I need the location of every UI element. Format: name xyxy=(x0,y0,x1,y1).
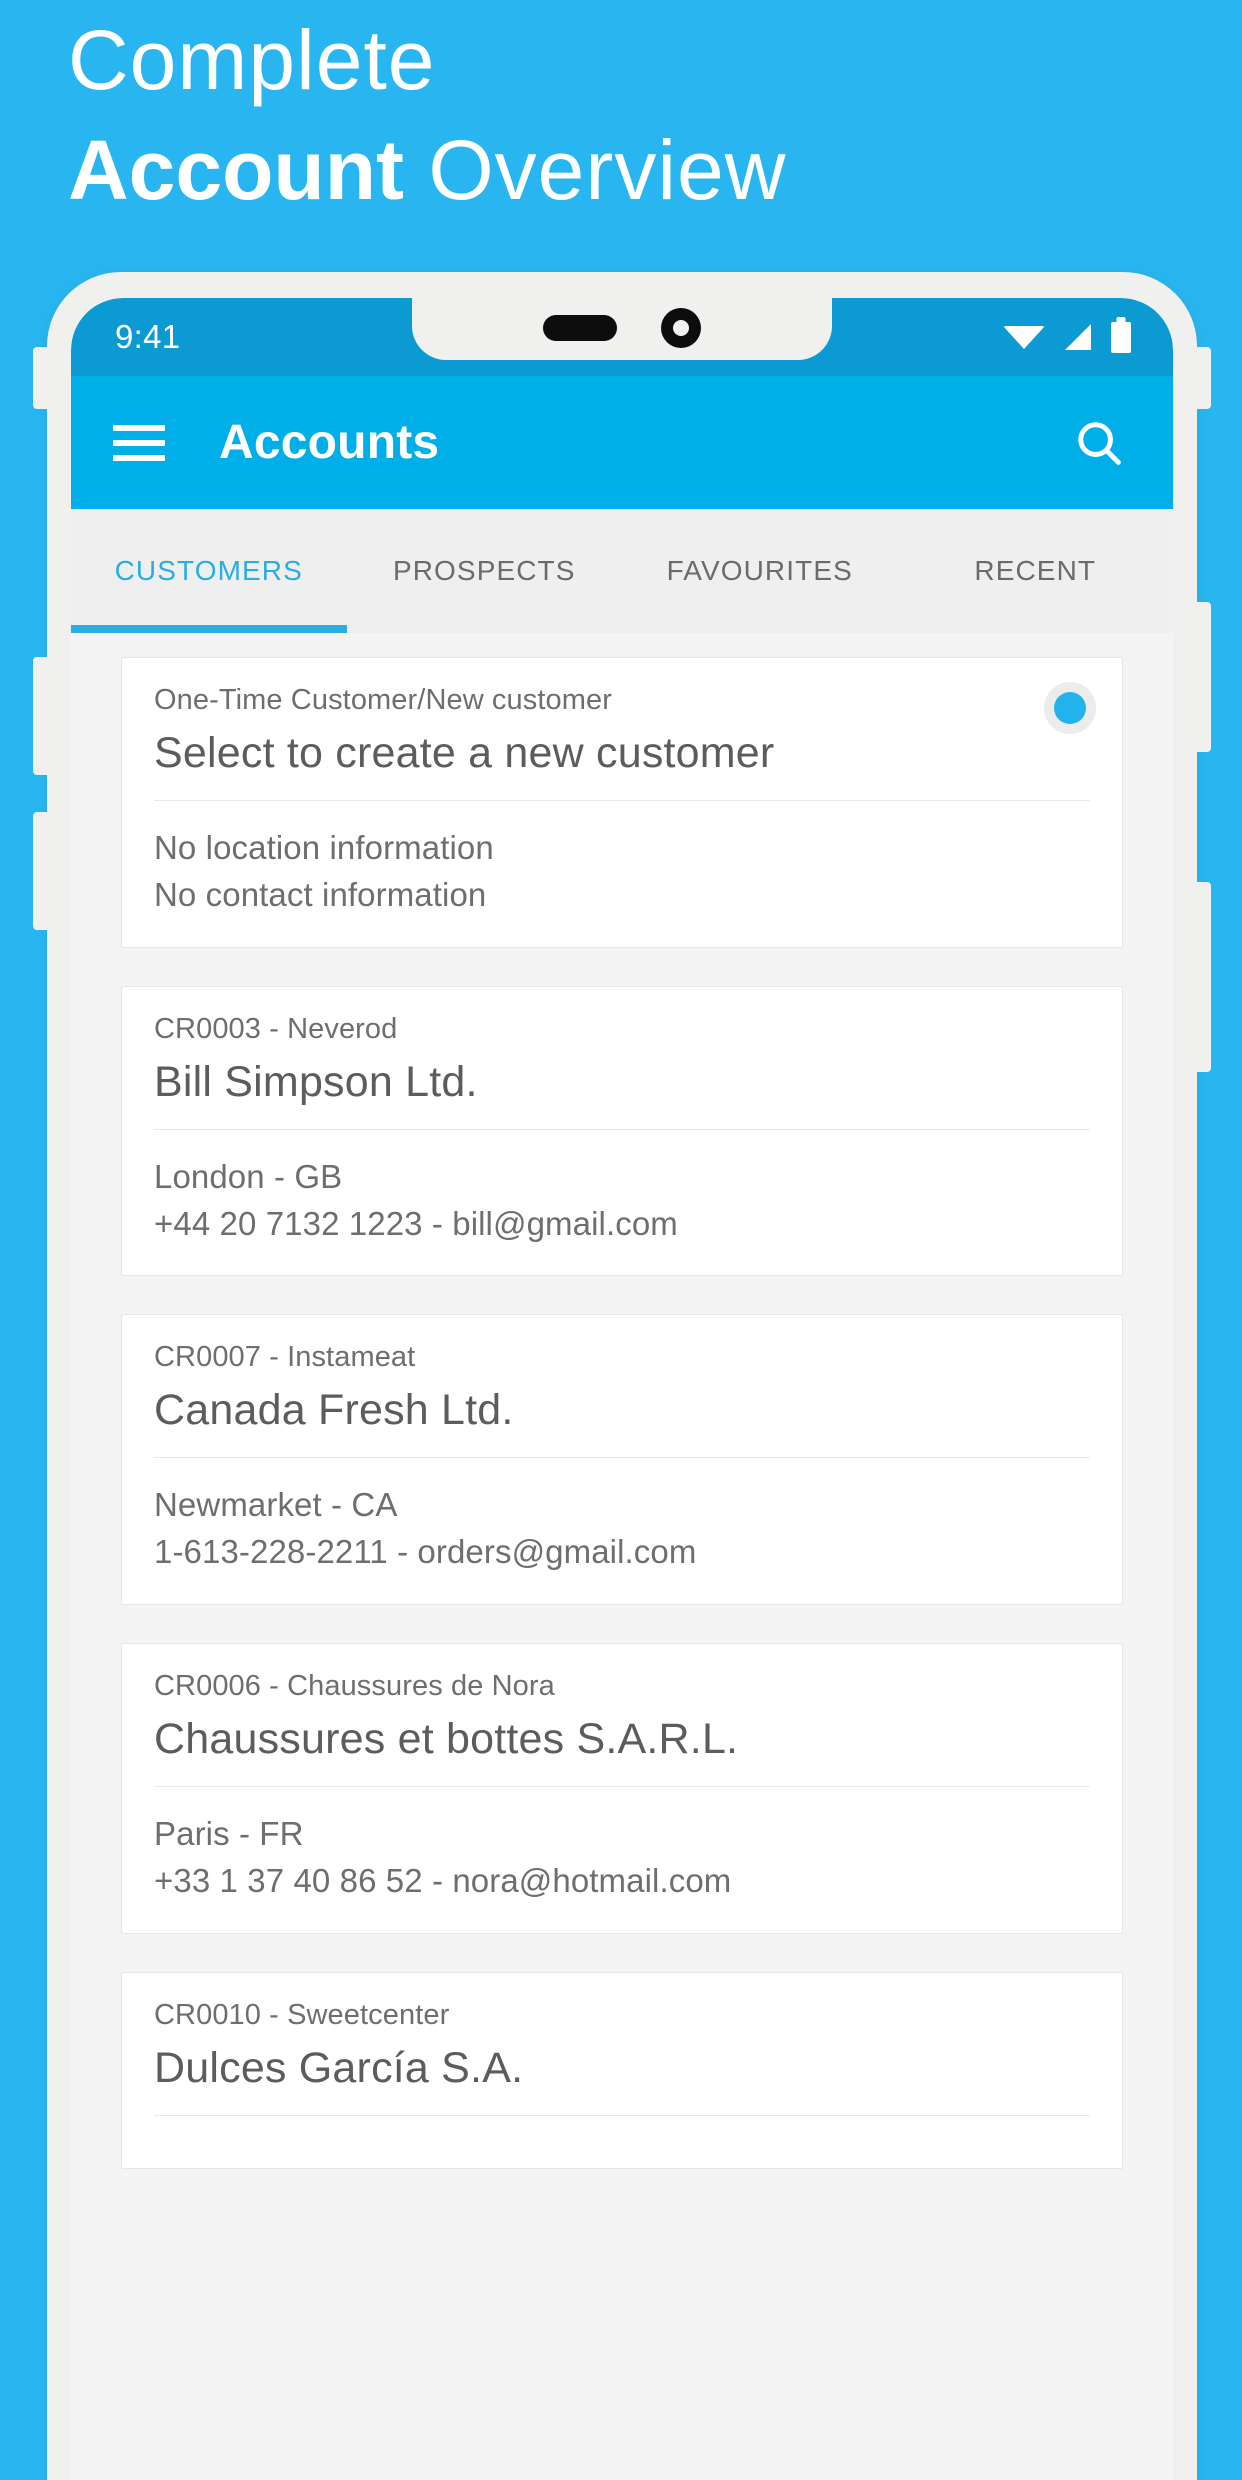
speaker-icon xyxy=(543,315,617,341)
account-card-header: CR0006 - Chaussures de Nora Chaussures e… xyxy=(122,1644,1122,1786)
account-code-name: One-Time Customer/New customer xyxy=(154,684,612,716)
account-name: Canada Fresh Ltd. xyxy=(154,1386,514,1435)
volume-up-button[interactable] xyxy=(33,657,51,775)
account-card-details: London - GB +44 20 7132 1223 - bill@gmai… xyxy=(122,1130,1122,1276)
status-bar-icons xyxy=(1003,321,1131,353)
account-name: Select to create a new customer xyxy=(154,729,775,777)
phone-notch xyxy=(412,298,832,360)
account-contact: 1-613-228-2211 - orders@gmail.com xyxy=(154,1533,697,1571)
account-card-details: No location information No contact infor… xyxy=(122,801,1122,947)
app-bar: Accounts xyxy=(71,376,1173,509)
headline-emphasis: Account xyxy=(68,122,404,217)
headline-line-2: Account Overview xyxy=(68,127,1168,214)
tab-prospects[interactable]: PROSPECTS xyxy=(347,555,623,587)
account-contact: +33 1 37 40 86 52 - nora@hotmail.com xyxy=(154,1862,732,1900)
tab-favourites[interactable]: FAVOURITES xyxy=(622,555,898,587)
account-location: London - GB xyxy=(154,1157,343,1195)
wifi-icon xyxy=(1003,325,1045,349)
account-card-details: Newmarket - CA 1-613-228-2211 - orders@g… xyxy=(122,1458,1122,1604)
tab-customers[interactable]: CUSTOMERS xyxy=(71,555,347,587)
account-location: No location information xyxy=(154,829,494,866)
phone-side-button-lower[interactable] xyxy=(1193,882,1211,1072)
account-card-header: CR0003 - Neverod Bill Simpson Ltd. xyxy=(122,987,1122,1129)
account-card-details: Paris - FR +33 1 37 40 86 52 - nora@hotm… xyxy=(122,1787,1122,1933)
power-button[interactable] xyxy=(1193,602,1211,752)
account-code-name: CR0010 - Sweetcenter xyxy=(154,1998,450,2031)
headline-line-1: Complete xyxy=(68,13,436,107)
silent-switch-button[interactable] xyxy=(33,347,51,409)
promo-headline: Complete Account Overview xyxy=(68,13,1168,214)
phone-side-accent-top xyxy=(1193,347,1211,409)
hamburger-menu-icon[interactable] xyxy=(113,424,165,461)
account-card[interactable]: One-Time Customer/New customer Select to… xyxy=(121,657,1123,948)
page-title: Accounts xyxy=(219,416,440,469)
account-card[interactable]: CR0003 - Neverod Bill Simpson Ltd. Londo… xyxy=(121,985,1123,1277)
account-location: Newmarket - CA xyxy=(154,1486,398,1524)
account-contact: No contact information xyxy=(154,875,487,913)
account-card[interactable]: CR0006 - Chaussures de Nora Chaussures e… xyxy=(121,1643,1123,1934)
account-contact: +44 20 7132 1223 - bill@gmail.com xyxy=(154,1204,678,1242)
search-icon[interactable] xyxy=(1067,411,1131,475)
selected-dot-icon xyxy=(1054,692,1086,724)
battery-icon xyxy=(1111,321,1131,353)
account-name: Bill Simpson Ltd. xyxy=(154,1057,478,1106)
account-card-header: CR0010 - Sweetcenter Dulces García S.A. xyxy=(122,1973,1122,2115)
tab-recent[interactable]: RECENT xyxy=(898,555,1174,587)
headline-line-2-rest: Overview xyxy=(404,122,787,217)
volume-down-button[interactable] xyxy=(33,812,51,930)
account-location: Paris - FR xyxy=(154,1815,304,1853)
account-name: Dulces García S.A. xyxy=(154,2043,524,2092)
status-bar-clock: 9:41 xyxy=(115,318,181,355)
account-card-header: CR0007 - Instameat Canada Fresh Ltd. xyxy=(122,1315,1122,1457)
promo-page: Complete Account Overview 9:41 Accounts … xyxy=(0,0,1242,2480)
account-name: Chaussures et bottes S.A.R.L. xyxy=(154,1715,739,1764)
account-card-header: One-Time Customer/New customer Select to… xyxy=(122,658,1122,800)
account-card-details xyxy=(122,2116,1122,2168)
front-camera-icon xyxy=(661,308,701,348)
account-code-name: CR0003 - Neverod xyxy=(154,1012,398,1045)
selection-indicator[interactable] xyxy=(1044,682,1096,734)
signal-icon xyxy=(1065,324,1091,350)
phone-screen: 9:41 Accounts CUSTOMERS PROSPECTS FAVOUR… xyxy=(71,298,1173,2480)
tab-bar: CUSTOMERS PROSPECTS FAVOURITES RECENT xyxy=(71,509,1173,633)
phone-mockup: 9:41 Accounts CUSTOMERS PROSPECTS FAVOUR… xyxy=(33,272,1211,2480)
account-code-name: CR0007 - Instameat xyxy=(154,1341,416,1374)
account-card[interactable]: CR0010 - Sweetcenter Dulces García S.A. xyxy=(121,1971,1123,2169)
account-card[interactable]: CR0007 - Instameat Canada Fresh Ltd. New… xyxy=(121,1314,1123,1606)
account-list[interactable]: One-Time Customer/New customer Select to… xyxy=(71,633,1173,2480)
status-bar: 9:41 xyxy=(71,298,1173,376)
account-code-name: CR0006 - Chaussures de Nora xyxy=(154,1670,555,1703)
tab-active-indicator xyxy=(71,625,347,633)
